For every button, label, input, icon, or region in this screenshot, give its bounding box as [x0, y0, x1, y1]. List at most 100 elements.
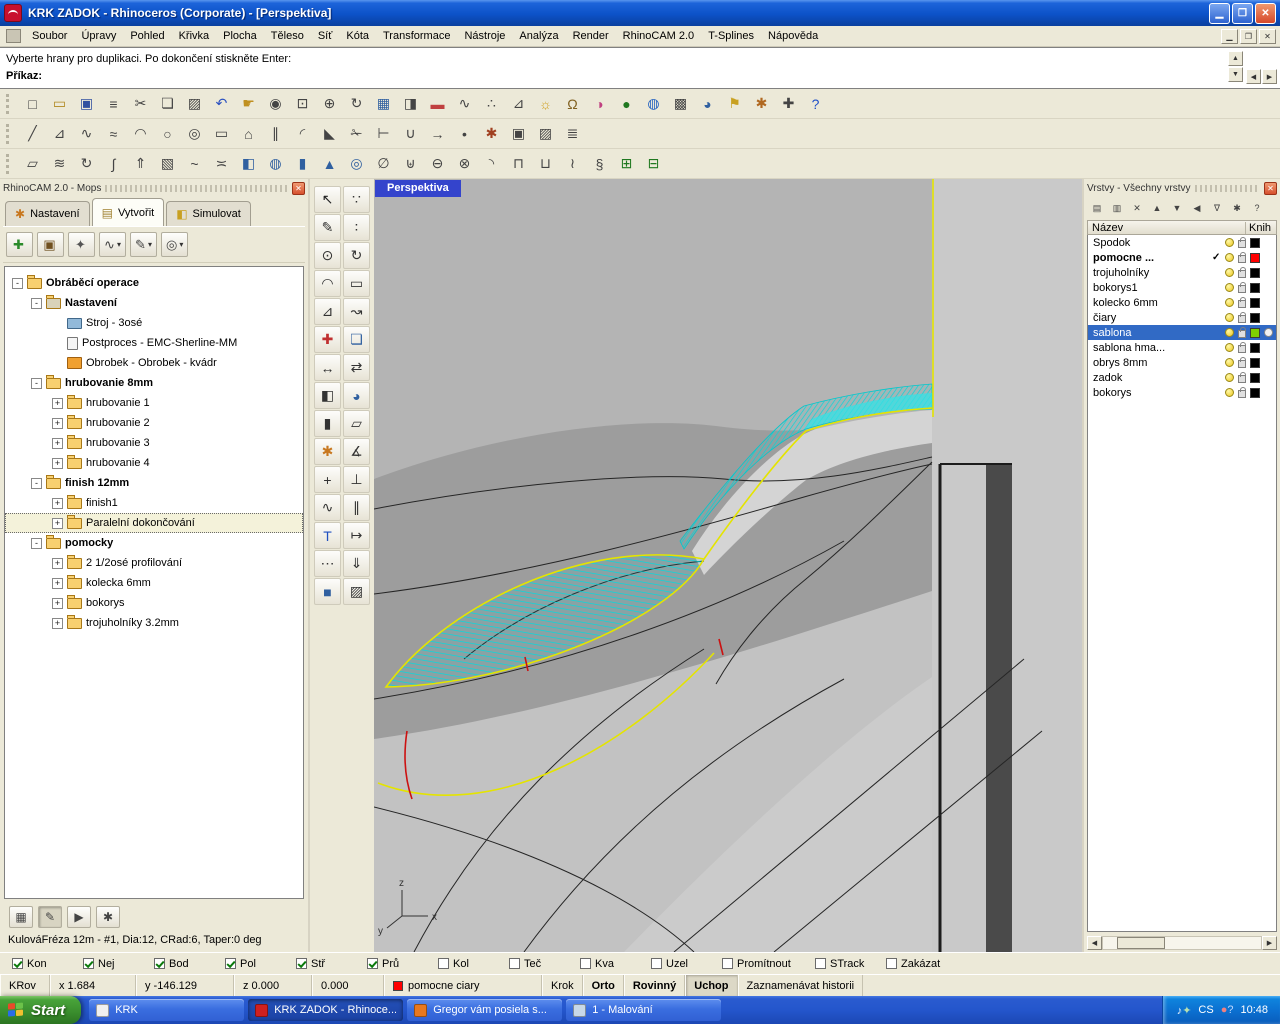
checkbox-icon[interactable]: [154, 958, 165, 969]
taskbar-button-krk[interactable]: KRK: [89, 999, 244, 1021]
viewport-3d-canvas[interactable]: z x y: [374, 179, 1082, 952]
command-scroll-down-button[interactable]: ▼: [1228, 67, 1243, 82]
cylinder-icon[interactable]: ▮: [289, 151, 316, 176]
layer-color-swatch[interactable]: [1250, 373, 1260, 383]
checkbox-icon[interactable]: [438, 958, 449, 969]
menu-item[interactable]: Soubor: [25, 27, 74, 45]
tree-item[interactable]: + kolecka 6mm: [5, 573, 303, 593]
explode-icon[interactable]: ✱: [478, 121, 505, 146]
bulb-icon[interactable]: [1225, 268, 1234, 277]
restore-button[interactable]: ❐: [1232, 3, 1253, 24]
osnap-kon[interactable]: Kon: [12, 958, 83, 970]
arc-icon[interactable]: ◠: [127, 121, 154, 146]
rhinocam-panel-titlebar[interactable]: RhinoCAM 2.0 - Mops ✕: [3, 181, 305, 196]
active-layer-indicator[interactable]: pomocne ciary: [384, 975, 542, 996]
expander-icon[interactable]: +: [52, 418, 63, 429]
layer-color-swatch[interactable]: [1250, 268, 1260, 278]
expander-icon[interactable]: +: [52, 518, 63, 529]
blend-icon[interactable]: ~: [181, 151, 208, 176]
save-mop-icon[interactable]: ▣: [37, 232, 64, 257]
language-indicator[interactable]: CS: [1198, 1004, 1213, 1016]
extend-icon[interactable]: →: [424, 121, 451, 146]
tree-item[interactable]: + hrubovanie 2: [5, 413, 303, 433]
boolean-intersect-icon[interactable]: ⊗: [451, 151, 478, 176]
cap-icon[interactable]: ⊓: [505, 151, 532, 176]
simulate-display-icon[interactable]: ▶: [67, 906, 91, 928]
checkbox-icon[interactable]: [651, 958, 662, 969]
rectangle-icon[interactable]: ▭: [343, 270, 370, 297]
sketch-icon[interactable]: ∶: [343, 214, 370, 241]
expander-icon[interactable]: +: [52, 618, 63, 629]
flag-icon[interactable]: ⚑: [721, 91, 748, 116]
align-icon[interactable]: ↦: [343, 522, 370, 549]
layer-row[interactable]: sablona: [1088, 325, 1276, 340]
surface-icon[interactable]: ▱: [343, 410, 370, 437]
tree-item[interactable]: + bokorys: [5, 593, 303, 613]
trim-icon[interactable]: ✁: [343, 121, 370, 146]
lock-icon[interactable]: [1238, 375, 1246, 383]
toolpath-display-icon[interactable]: ✎: [38, 906, 62, 928]
layer-row[interactable]: čiary: [1088, 310, 1276, 325]
cone-icon[interactable]: ▲: [316, 151, 343, 176]
texture-icon[interactable]: ▩: [667, 91, 694, 116]
orto-button[interactable]: Orto: [583, 975, 624, 996]
osnap-uzel[interactable]: Uzel: [651, 958, 722, 970]
menu-item[interactable]: Síť: [311, 27, 340, 45]
lock-icon[interactable]: Ω: [559, 91, 586, 116]
holes-dropdown-icon[interactable]: ◎ ▾: [161, 232, 188, 257]
print-icon[interactable]: ≡: [100, 91, 127, 116]
lock-icon[interactable]: [1238, 255, 1246, 263]
array-icon[interactable]: ⋯: [314, 550, 341, 577]
hatch-icon[interactable]: ▨: [343, 578, 370, 605]
viewport-layout-icon[interactable]: ▦: [370, 91, 397, 116]
rotate-view-icon[interactable]: ↻: [343, 91, 370, 116]
array-grid-icon[interactable]: ⊞: [613, 151, 640, 176]
box-icon[interactable]: ◧: [314, 382, 341, 409]
lock-icon[interactable]: [1238, 390, 1246, 398]
t ab-nastaveni[interactable]: ✱ Nastavení: [5, 201, 90, 226]
color-icon[interactable]: ◑: [586, 91, 613, 116]
new-sublayer-icon[interactable]: ▥: [1108, 200, 1126, 216]
move-down-icon[interactable]: ▼: [1168, 200, 1186, 216]
surface-icon[interactable]: ▱: [19, 151, 46, 176]
patch-icon[interactable]: ▧: [154, 151, 181, 176]
twist-icon[interactable]: §: [586, 151, 613, 176]
circle-icon[interactable]: ○: [154, 121, 181, 146]
join-icon[interactable]: ∪: [397, 121, 424, 146]
osnap-pol[interactable]: Pol: [225, 958, 296, 970]
delete-layer-icon[interactable]: ✕: [1128, 200, 1146, 216]
rovinny-button[interactable]: Rovinný: [624, 975, 685, 996]
perspective-viewport[interactable]: Perspektiva: [374, 179, 1082, 952]
new-layer-icon[interactable]: ▤: [1088, 200, 1106, 216]
column-library[interactable]: Knih: [1246, 222, 1276, 234]
holder-display-icon[interactable]: ✱: [96, 906, 120, 928]
safely-remove-icon[interactable]: ✦: [1182, 1005, 1191, 1017]
lock-icon[interactable]: [1238, 330, 1246, 338]
ellipse-icon[interactable]: ◎: [181, 121, 208, 146]
rotate-icon[interactable]: ↻: [343, 242, 370, 269]
pipe-icon[interactable]: ∅: [370, 151, 397, 176]
child-close-button[interactable]: ✕: [1259, 29, 1276, 44]
fillet-icon[interactable]: ◜: [289, 121, 316, 146]
box-icon[interactable]: ◧: [235, 151, 262, 176]
bulb-icon[interactable]: [1225, 373, 1234, 382]
expander-icon[interactable]: +: [52, 398, 63, 409]
bulb-icon[interactable]: [1225, 358, 1234, 367]
car-icon[interactable]: ▬: [424, 91, 451, 116]
lock-icon[interactable]: [1238, 240, 1246, 248]
point-cloud-icon[interactable]: ∴: [478, 91, 505, 116]
tree-item[interactable]: Stroj - 3osé: [5, 313, 303, 333]
taskbar-button-rhino[interactable]: KRK ZADOK - Rhinoce...: [248, 999, 403, 1021]
tree-item[interactable]: + finish1: [5, 493, 303, 513]
select-arrow-icon[interactable]: ↖: [314, 186, 341, 213]
scale-icon[interactable]: ↔: [314, 354, 341, 381]
osnap-pru[interactable]: Prů: [367, 958, 438, 970]
control-curve-icon[interactable]: ✎: [314, 214, 341, 241]
loft-icon[interactable]: ≋: [46, 151, 73, 176]
expander-icon[interactable]: +: [52, 578, 63, 589]
tree-item[interactable]: + hrubovanie 1: [5, 393, 303, 413]
text-icon[interactable]: T: [314, 522, 341, 549]
undo-icon[interactable]: ↶: [208, 91, 235, 116]
checkbox-icon[interactable]: [367, 958, 378, 969]
bulb-icon[interactable]: [1225, 298, 1234, 307]
